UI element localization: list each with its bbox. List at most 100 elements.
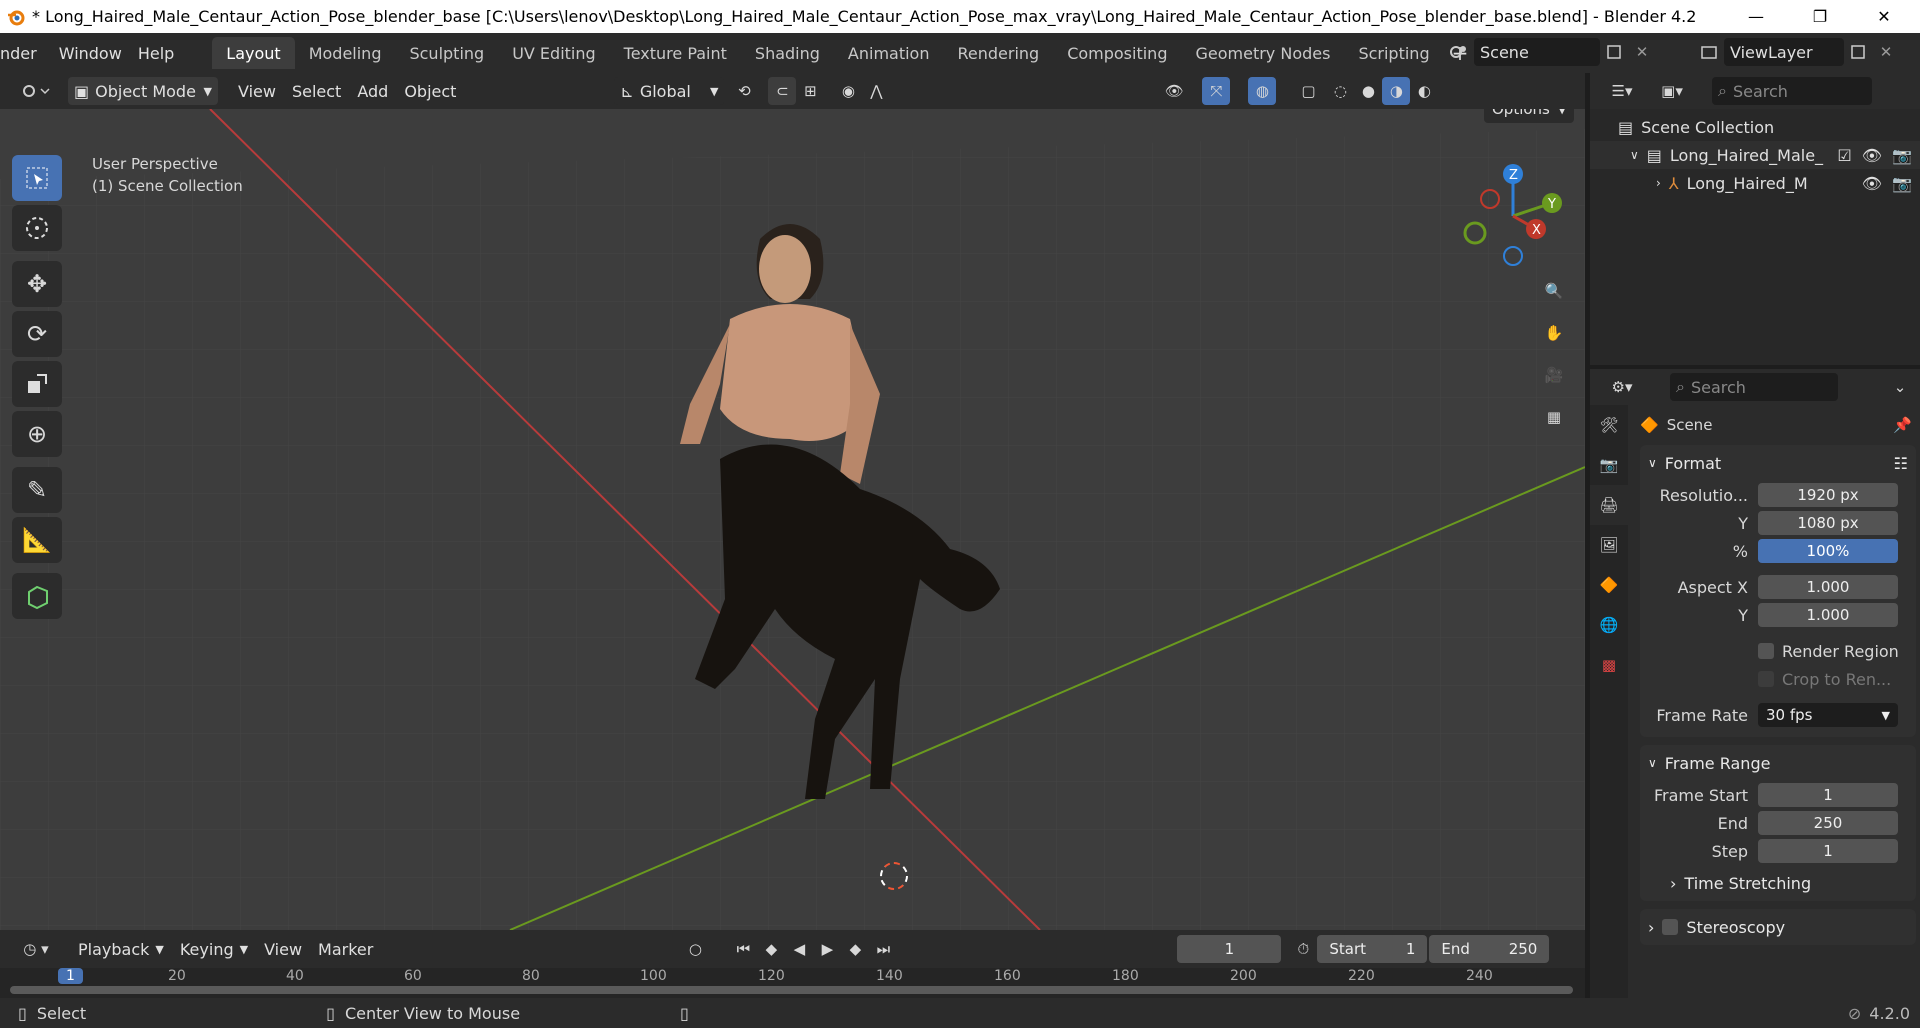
camera-icon[interactable]: 📷: [1892, 146, 1912, 165]
chevron-down-icon[interactable]: ⌄: [1886, 373, 1914, 401]
pivot-point-icon[interactable]: ⟲: [730, 77, 758, 105]
resolution-y-field[interactable]: 1080 px: [1758, 511, 1898, 535]
frame-start-field[interactable]: 1: [1758, 783, 1898, 807]
outliner-row[interactable]: ∨ ▤ Long_Haired_Male_ ☑ 👁 📷: [1590, 141, 1920, 169]
rendered-shading-icon[interactable]: ◐: [1410, 77, 1438, 105]
presets-icon[interactable]: ☷: [1894, 454, 1908, 473]
display-mode-icon[interactable]: ▣▾: [1652, 77, 1692, 105]
render-tab-icon[interactable]: 📷: [1590, 445, 1628, 485]
time-stretching-subpanel[interactable]: › Time Stretching: [1640, 865, 1916, 901]
checkbox-icon[interactable]: [1662, 919, 1679, 935]
rotate-tool-icon[interactable]: ⟳: [12, 311, 62, 357]
delete-view-layer-icon[interactable]: ✕: [1872, 38, 1900, 66]
frame-rate-dropdown[interactable]: 30 fps ▼: [1758, 703, 1898, 727]
snap-target-icon[interactable]: ⊞: [796, 77, 824, 105]
menu-file[interactable]: nder: [0, 33, 45, 73]
mode-dropdown[interactable]: ▣ Object Mode ▼: [68, 77, 218, 105]
tab-uv-editing[interactable]: UV Editing: [498, 37, 609, 69]
output-tab-icon[interactable]: 🖨: [1590, 485, 1628, 525]
view-layer-tab-icon[interactable]: 🖼: [1590, 525, 1628, 565]
play-reverse-icon[interactable]: ◀: [785, 935, 813, 963]
xray-icon[interactable]: ▢: [1294, 77, 1322, 105]
solid-shading-icon[interactable]: ●: [1354, 77, 1382, 105]
prev-keyframe-icon[interactable]: ◆: [757, 935, 785, 963]
measure-tool-icon[interactable]: 📐: [12, 517, 62, 563]
navigation-gizmo[interactable]: Z Y X: [1458, 161, 1568, 271]
outliner-search[interactable]: ⌕ Search: [1712, 77, 1872, 105]
menu-object[interactable]: Object: [396, 77, 464, 105]
stereoscopy-panel[interactable]: › Stereoscopy: [1640, 909, 1916, 945]
proportional-editing-icon[interactable]: ◉: [834, 77, 862, 105]
tab-modeling[interactable]: Modeling: [295, 37, 396, 69]
menu-select[interactable]: Select: [284, 77, 349, 105]
centaur-model[interactable]: [600, 209, 1100, 809]
timeline-ruler[interactable]: 1 20 40 60 80 100 120 140 160 180 200 220 240: [0, 968, 1585, 998]
scene-name-field[interactable]: Scene: [1474, 38, 1600, 66]
outliner-root[interactable]: ▤ Scene Collection: [1590, 113, 1920, 141]
tab-layout[interactable]: Layout: [212, 37, 295, 69]
new-scene-icon[interactable]: [1600, 38, 1628, 66]
start-frame-field[interactable]: Start 1: [1317, 935, 1428, 963]
options-dropdown[interactable]: Options ▼: [1484, 109, 1575, 123]
stopwatch-icon[interactable]: ⏱: [1289, 935, 1317, 963]
checkbox-icon[interactable]: ☑: [1837, 146, 1851, 165]
cursor-tool-icon[interactable]: [12, 205, 62, 251]
gizmo-toggle-icon[interactable]: ⤧: [1202, 77, 1231, 105]
format-panel-header[interactable]: ∨ Format ☷: [1640, 445, 1916, 481]
menu-view[interactable]: View: [230, 77, 284, 105]
eye-icon[interactable]: 👁: [1862, 174, 1882, 193]
editor-type-icon[interactable]: [14, 77, 58, 105]
scene-tab-icon[interactable]: 🔶: [1590, 565, 1628, 605]
next-keyframe-icon[interactable]: ◆: [841, 935, 869, 963]
jump-start-icon[interactable]: ⏮: [729, 935, 757, 963]
timeline-menu-keying[interactable]: Keying ▼: [172, 935, 256, 963]
frame-step-field[interactable]: 1: [1758, 839, 1898, 863]
play-icon[interactable]: ▶: [813, 935, 841, 963]
move-tool-icon[interactable]: ✥: [12, 261, 62, 307]
maximize-button[interactable]: ❐: [1788, 0, 1852, 33]
menu-add[interactable]: Add: [349, 77, 396, 105]
current-frame-field[interactable]: 1: [1177, 935, 1282, 963]
tab-scripting[interactable]: Scripting: [1344, 37, 1443, 69]
tab-rendering[interactable]: Rendering: [943, 37, 1053, 69]
camera-icon[interactable]: 📷: [1892, 174, 1912, 193]
wireframe-shading-icon[interactable]: ◌: [1326, 77, 1354, 105]
camera-view-icon[interactable]: 🎥: [1537, 358, 1571, 392]
menu-window[interactable]: Window: [51, 33, 130, 73]
tab-texture-paint[interactable]: Texture Paint: [610, 37, 741, 69]
select-box-tool-icon[interactable]: [12, 155, 62, 201]
auto-keying-icon[interactable]: ○: [681, 935, 709, 963]
new-view-layer-icon[interactable]: [1844, 38, 1872, 66]
view-layer-icon[interactable]: [1696, 38, 1724, 66]
material-shading-icon[interactable]: ◑: [1382, 77, 1411, 105]
perspective-grid-icon[interactable]: ▦: [1537, 400, 1571, 434]
tab-sculpting[interactable]: Sculpting: [395, 37, 498, 69]
delete-scene-icon[interactable]: ✕: [1628, 38, 1656, 66]
scene-selector-icon[interactable]: [1446, 38, 1474, 66]
crop-checkbox[interactable]: Crop to Ren...: [1640, 665, 1916, 693]
3d-viewport[interactable]: User Perspective (1) Scene Collection Op…: [0, 109, 1585, 930]
timeline-scrollbar[interactable]: [10, 986, 1573, 994]
transform-orientation-dropdown[interactable]: ⊾ Global ▼: [614, 77, 725, 105]
pan-hand-icon[interactable]: ✋: [1537, 316, 1571, 350]
tool-tab-icon[interactable]: 🛠: [1590, 405, 1628, 445]
falloff-icon[interactable]: ⋀: [862, 77, 890, 105]
resolution-x-field[interactable]: 1920 px: [1758, 483, 1898, 507]
zoom-icon[interactable]: 🔍: [1537, 274, 1571, 308]
minimize-button[interactable]: —: [1724, 0, 1788, 33]
frame-end-field[interactable]: 250: [1758, 811, 1898, 835]
outliner-editor-type-icon[interactable]: ☰▾: [1602, 77, 1642, 105]
end-frame-field[interactable]: End 250: [1429, 935, 1550, 963]
outliner-row[interactable]: › ⅄ Long_Haired_M 👁 📷: [1590, 169, 1920, 197]
overlays-toggle-icon[interactable]: ◍: [1248, 77, 1277, 105]
resolution-percent-slider[interactable]: 100%: [1758, 539, 1898, 563]
timeline-menu-marker[interactable]: Marker: [310, 935, 381, 963]
menu-help[interactable]: Help: [130, 33, 182, 73]
world-tab-icon[interactable]: 🌐: [1590, 605, 1628, 645]
add-cube-tool-icon[interactable]: [12, 573, 62, 619]
timeline-menu-view[interactable]: View: [256, 935, 310, 963]
frame-range-header[interactable]: ∨ Frame Range: [1640, 745, 1916, 781]
3d-cursor-icon[interactable]: [880, 862, 908, 890]
texture-tab-icon[interactable]: ▩: [1590, 645, 1628, 685]
pin-icon[interactable]: 📌: [1893, 416, 1912, 434]
